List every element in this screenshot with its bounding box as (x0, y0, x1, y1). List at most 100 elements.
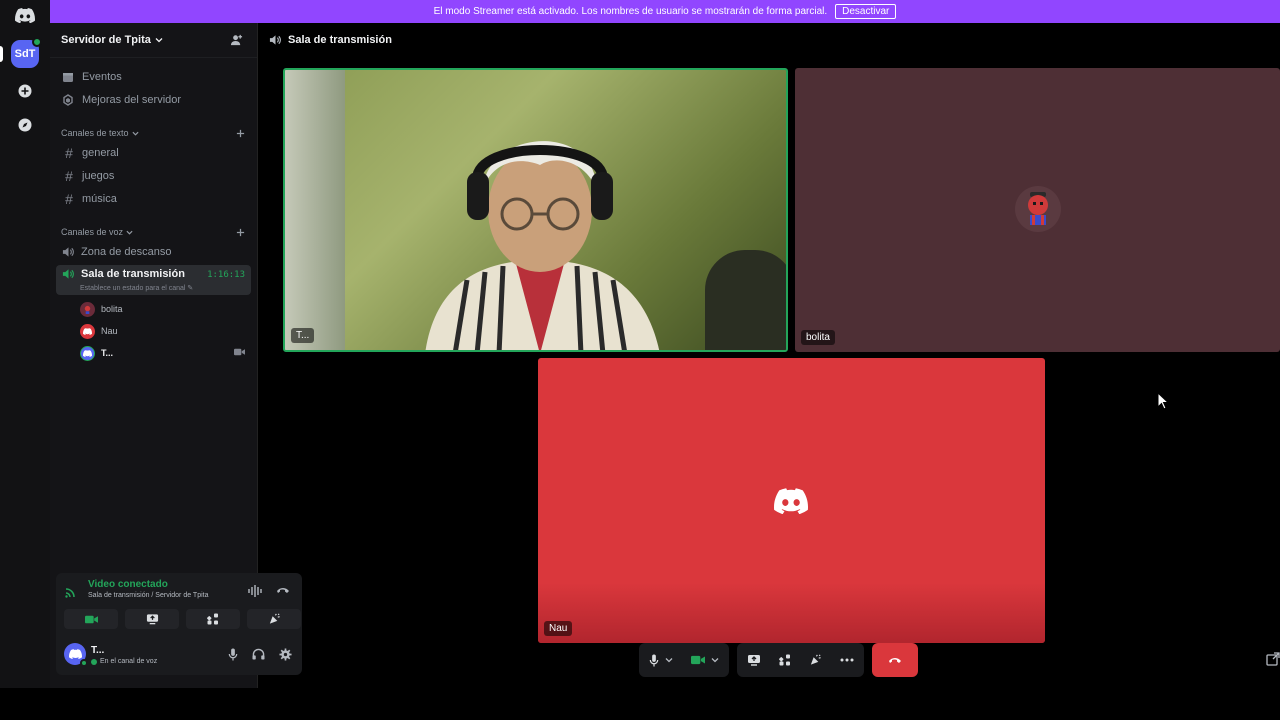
online-status-dot (80, 659, 88, 667)
voice-member-bolita[interactable]: bolita (50, 298, 257, 320)
mouse-cursor-icon (1157, 392, 1169, 410)
server-icon-tpita[interactable]: SdT (11, 37, 42, 68)
tile-gradient (538, 583, 1045, 643)
soundboard-icon (269, 613, 280, 624)
category-text-channels[interactable]: Canales de texto (50, 125, 257, 141)
tile-username: bolita (801, 330, 835, 345)
headphones-icon[interactable] (252, 648, 265, 660)
microphone-icon[interactable] (649, 653, 659, 667)
screen-share-icon[interactable] (747, 654, 761, 666)
activities-button[interactable] (186, 609, 240, 629)
actions-group (737, 643, 864, 677)
calendar-icon (63, 72, 73, 82)
background-chair (705, 250, 786, 350)
leave-call-button[interactable] (872, 643, 918, 677)
voice-indicator-icon (91, 658, 97, 665)
explore-compass-icon[interactable] (14, 114, 36, 136)
boost-icon (63, 93, 73, 106)
member-name: Nau (101, 326, 118, 336)
server-rail: SdT (0, 0, 50, 688)
avatar (1015, 186, 1061, 232)
bolita-avatar-icon (1028, 192, 1048, 225)
server-notification-dot (32, 37, 42, 47)
avatar (80, 301, 95, 317)
discord-logo-icon (774, 488, 808, 514)
pop-out-icon[interactable] (1266, 652, 1280, 666)
member-name: bolita (101, 304, 123, 314)
video-camera-icon (234, 348, 245, 356)
hash-icon: # (65, 190, 73, 207)
channel-label: juegos (82, 169, 115, 182)
voice-member-t[interactable]: T... (50, 342, 257, 364)
chevron-down-icon (132, 131, 139, 136)
microphone-icon[interactable] (228, 648, 238, 661)
video-camera-icon (84, 615, 98, 623)
speaker-icon (62, 246, 74, 257)
channel-general[interactable]: # general (50, 141, 257, 164)
screen-share-icon (146, 614, 158, 625)
disconnect-icon[interactable] (276, 585, 290, 595)
voice-channel-sala-de-transmision[interactable]: Sala de transmisión 1:16:13 Establece un… (56, 265, 251, 295)
more-options-icon[interactable] (840, 658, 854, 662)
user-panel: T... En el canal de voz (56, 635, 302, 675)
call-timer: 1:16:13 (207, 270, 245, 280)
server-abbreviation: SdT (14, 48, 36, 60)
activities-icon (207, 613, 218, 625)
invite-people-icon[interactable] (230, 34, 243, 47)
server-header[interactable]: Servidor de Tpita (50, 23, 257, 58)
add-channel-icon[interactable] (236, 228, 245, 237)
hash-icon: # (65, 144, 73, 161)
video-tile-bolita[interactable]: bolita (795, 68, 1280, 352)
user-status: En el canal de voz (91, 658, 157, 665)
chevron-down-icon (155, 38, 163, 43)
user-status-text: En el canal de voz (100, 658, 158, 665)
noise-suppression-icon[interactable] (248, 585, 262, 597)
chevron-down-icon[interactable] (665, 656, 673, 664)
pencil-icon: ✎ (187, 285, 194, 292)
person-video-feed (425, 141, 660, 350)
video-tile-t[interactable]: T... (283, 68, 788, 352)
deactivate-streamer-button[interactable]: Desactivar (835, 4, 897, 19)
nav-item-events[interactable]: Eventos (50, 65, 257, 88)
user-name[interactable]: T... (91, 645, 104, 656)
tile-username: T... (291, 328, 315, 343)
user-avatar[interactable] (64, 643, 88, 667)
channel-status-hint[interactable]: Establece un estado para el canal ✎ (80, 284, 193, 292)
toggle-camera-button[interactable] (64, 609, 118, 629)
activities-icon[interactable] (779, 654, 791, 666)
soundboard-icon[interactable] (809, 654, 822, 666)
hash-icon: # (65, 167, 73, 184)
channel-label: música (82, 192, 117, 205)
audio-video-group (639, 643, 729, 677)
add-channel-icon[interactable] (236, 129, 245, 138)
voice-status-title[interactable]: Video conectado (88, 579, 209, 590)
voice-status-subtitle[interactable]: Sala de transmisión / Servidor de Tpita (88, 592, 209, 599)
streamer-mode-banner: El modo Streamer está activado. Los nomb… (50, 0, 1280, 23)
avatar (80, 345, 95, 361)
connection-signal-icon[interactable] (64, 585, 78, 599)
category-label: Canales de texto (61, 128, 129, 138)
chevron-down-icon[interactable] (711, 656, 719, 664)
category-voice-channels[interactable]: Canales de voz (50, 224, 257, 240)
share-screen-button[interactable] (125, 609, 179, 629)
gear-icon[interactable] (279, 648, 292, 661)
add-server-icon[interactable] (14, 80, 36, 102)
voice-member-nau[interactable]: Nau (50, 320, 257, 342)
channel-label: Sala de transmisión (81, 268, 185, 280)
voice-channel-zona-de-descanso[interactable]: Zona de descanso (50, 240, 257, 263)
nav-item-server-boosts[interactable]: Mejoras del servidor (50, 88, 257, 111)
background-curtain (285, 70, 345, 350)
discord-home-icon[interactable] (10, 6, 40, 24)
hang-up-icon (889, 658, 901, 663)
category-label: Canales de voz (61, 227, 124, 237)
soundboard-button[interactable] (247, 609, 301, 629)
channel-juegos[interactable]: # juegos (50, 164, 257, 187)
tile-username: Nau (544, 621, 573, 636)
server-name: Servidor de Tpita (61, 34, 151, 46)
channel-musica[interactable]: # música (50, 187, 257, 210)
nav-item-label: Eventos (82, 70, 122, 83)
avatar (80, 323, 95, 339)
channel-label: Zona de descanso (81, 245, 172, 258)
video-camera-icon[interactable] (691, 655, 705, 665)
video-tile-nau[interactable]: Nau (538, 358, 1045, 643)
